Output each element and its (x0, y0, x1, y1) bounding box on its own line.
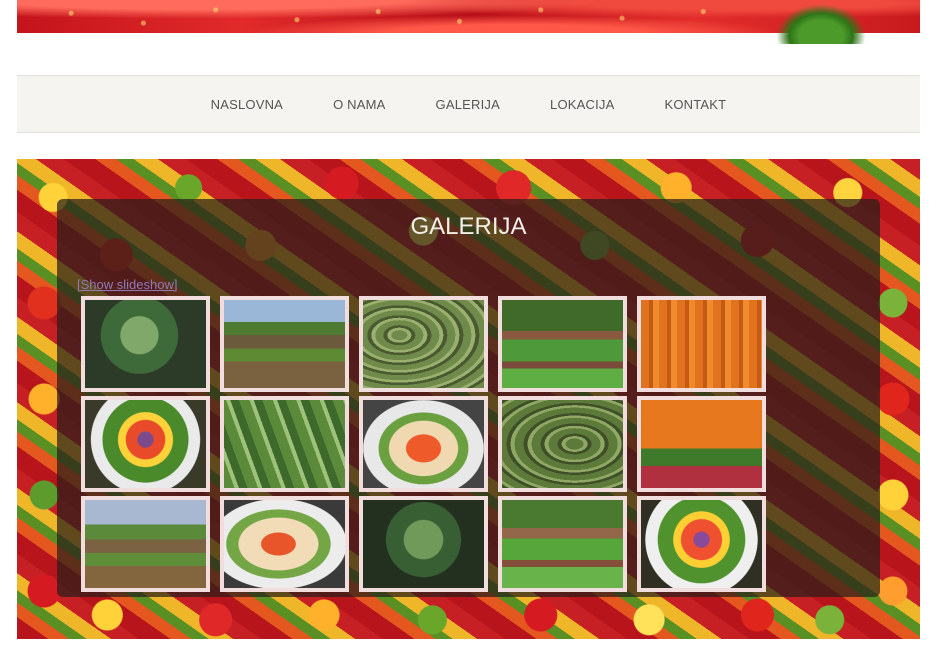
fruit-background: GALERIJA [Show slideshow] (17, 159, 920, 639)
thumbnail-field[interactable] (220, 296, 349, 392)
thumbnail-garden[interactable] (498, 296, 627, 392)
nav-item-o-nama[interactable]: O NAMA (333, 97, 385, 112)
page-title: GALERIJA (410, 213, 527, 240)
thumbnail-garden-2[interactable] (498, 496, 627, 592)
thumbnail-broccoli-2[interactable] (359, 496, 488, 592)
vegetable-plate-image (85, 400, 206, 488)
thumbnail-salad-2[interactable] (220, 496, 349, 592)
field-image (85, 500, 206, 588)
thumbnail-grid (81, 296, 766, 592)
nav-item-kontakt[interactable]: KONTAKT (664, 97, 726, 112)
cucumbers-image (502, 400, 623, 488)
field-image (224, 300, 345, 388)
carrots-image (641, 400, 762, 488)
main-navigation: NASLOVNA O NAMA GALERIJA LOKACIJA KONTAK… (17, 75, 920, 133)
salad-image (363, 400, 484, 488)
cucumbers-image (363, 300, 484, 388)
strawberry-leaf-decoration (776, 4, 866, 44)
thumbnail-carrots-2[interactable] (637, 396, 766, 492)
garden-image (502, 500, 623, 588)
thumbnail-greens[interactable] (220, 396, 349, 492)
vegetable-plate-image (641, 500, 762, 588)
salad-image (224, 500, 345, 588)
nav-item-lokacija[interactable]: LOKACIJA (550, 97, 614, 112)
greens-image (224, 400, 345, 488)
thumbnail-broccoli[interactable] (81, 296, 210, 392)
nav-item-naslovna[interactable]: NASLOVNA (211, 97, 283, 112)
gallery-panel: GALERIJA [Show slideshow] (57, 199, 880, 597)
thumbnail-cucumbers-2[interactable] (498, 396, 627, 492)
thumbnail-cucumbers[interactable] (359, 296, 488, 392)
thumbnail-vegetable-plate-2[interactable] (637, 496, 766, 592)
garden-image (502, 300, 623, 388)
thumbnail-vegetable-plate[interactable] (81, 396, 210, 492)
broccoli-image (85, 300, 206, 388)
thumbnail-field-2[interactable] (81, 496, 210, 592)
carrots-image (641, 300, 762, 388)
show-slideshow-link[interactable]: [Show slideshow] (77, 277, 177, 292)
thumbnail-carrots[interactable] (637, 296, 766, 392)
broccoli-image (363, 500, 484, 588)
nav-item-galerija[interactable]: GALERIJA (436, 97, 500, 112)
thumbnail-salad[interactable] (359, 396, 488, 492)
